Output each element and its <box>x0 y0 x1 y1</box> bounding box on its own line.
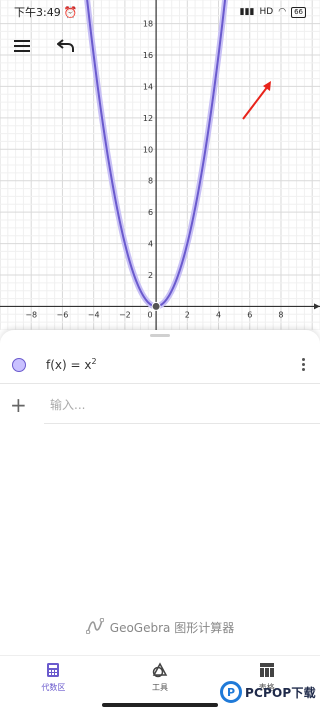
drag-handle[interactable] <box>150 334 170 337</box>
x-tick-label: −8 <box>25 310 37 319</box>
app-screen: −8 −6 −4 −2 0 2 4 6 8 2 4 6 8 10 12 14 16 18 下午3:49 ⏰ ▮▮▮… <box>0 0 320 711</box>
y-tick-label: 6 <box>148 208 153 217</box>
x-tick-label: 8 <box>278 310 283 319</box>
x-tick-label: 2 <box>185 310 190 319</box>
watermark-text: PCPOP下载 <box>245 685 316 700</box>
x-tick-label: −6 <box>57 310 69 319</box>
y-tick-label: 12 <box>143 114 153 123</box>
calculator-icon <box>46 662 60 680</box>
function-exponent: 2 <box>91 357 97 366</box>
x-tick-label: −2 <box>119 310 131 319</box>
undo-icon[interactable] <box>54 34 78 58</box>
function-label: f(x) = x <box>46 358 92 372</box>
y-tick-label: 16 <box>143 51 153 60</box>
add-icon[interactable]: + <box>10 395 27 415</box>
x-tick-label: 4 <box>216 310 221 319</box>
algebra-row-function[interactable]: f(x) = x2 <box>0 346 320 384</box>
nav-label-algebra: 代数区 <box>41 683 66 692</box>
status-time: 下午3:49 <box>14 6 61 19</box>
function-definition[interactable]: f(x) = x2 <box>46 357 97 372</box>
status-bar: 下午3:49 ⏰ ▮▮▮ HD ◠ 66 <box>0 0 320 24</box>
graph-canvas[interactable]: −8 −6 −4 −2 0 2 4 6 824681012141618 <box>0 0 320 330</box>
y-tick-label: 8 <box>148 177 153 186</box>
pcpop-logo-icon: P <box>220 681 242 703</box>
visibility-toggle[interactable] <box>12 357 26 372</box>
tools-icon <box>152 662 168 680</box>
y-tick-label: 10 <box>143 145 153 154</box>
more-options-icon[interactable] <box>296 355 310 375</box>
hamburger-menu-icon[interactable] <box>10 34 34 58</box>
annotation-arrow <box>242 81 271 120</box>
nav-tab-algebra[interactable]: 代数区 <box>18 662 88 693</box>
home-indicator[interactable] <box>102 703 218 707</box>
x-tick-label: 0 <box>148 310 153 319</box>
graphics-view[interactable]: −8 −6 −4 −2 0 2 4 6 8 2 4 6 8 10 12 14 16 18 <box>0 0 320 330</box>
y-tick-label: 4 <box>148 240 153 249</box>
algebra-panel: f(x) = x2 + 输入... GeoGebra 图形计算器 代数区 工具 … <box>0 330 320 711</box>
app-name: GeoGebra 图形计算器 <box>109 621 235 635</box>
nav-label-tools: 工具 <box>151 683 168 692</box>
app-branding: GeoGebra 图形计算器 <box>0 617 320 637</box>
status-left: 下午3:49 ⏰ <box>14 4 77 20</box>
battery-icon: 66 <box>291 6 306 18</box>
y-tick-label: 2 <box>148 271 153 280</box>
status-right: ▮▮▮ HD ◠ 66 <box>239 6 306 18</box>
algebra-row-input: + 输入... <box>0 386 320 424</box>
wifi-icon: ◠ <box>278 7 287 17</box>
nav-tab-tools[interactable]: 工具 <box>125 662 195 693</box>
pcpop-watermark: P PCPOP下载 <box>220 677 316 707</box>
signal-hd-text: HD <box>259 7 274 17</box>
alarm-clock-icon: ⏰ <box>63 5 78 19</box>
y-tick-label: 14 <box>143 82 153 91</box>
x-tick-label: 6 <box>247 310 252 319</box>
geogebra-logo-icon <box>85 617 105 637</box>
vertex-point <box>151 301 161 311</box>
x-tick-label: −4 <box>88 310 100 319</box>
algebra-input-field[interactable]: 输入... <box>44 386 320 424</box>
x-axis-arrow <box>314 303 320 310</box>
signal-icon: ▮▮▮ <box>239 7 255 17</box>
